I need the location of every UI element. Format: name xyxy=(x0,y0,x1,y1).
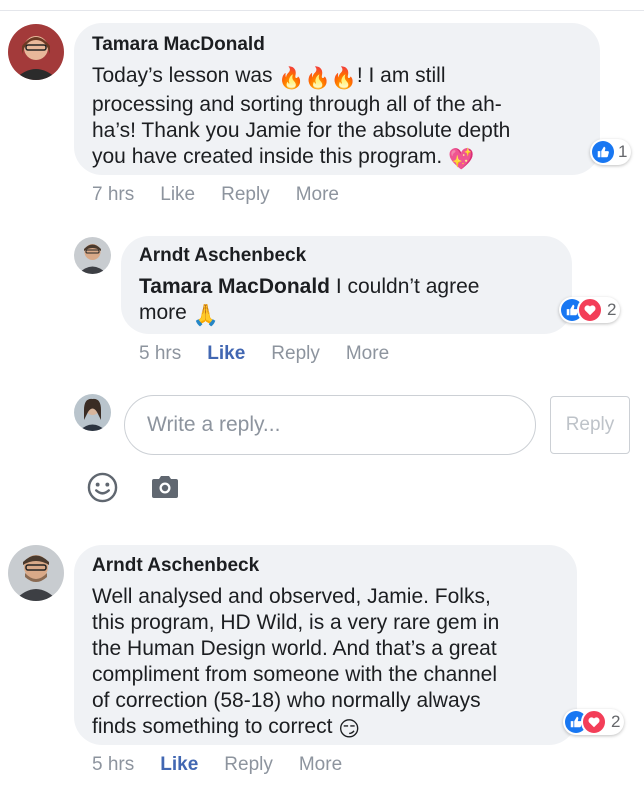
heart-icon xyxy=(581,709,607,735)
comment-actions: 5 hrs Like Reply More xyxy=(92,754,342,776)
reaction-count: 2 xyxy=(607,300,617,319)
fire-emoji: 🔥🔥🔥 xyxy=(278,67,357,90)
timestamp[interactable]: 5 hrs xyxy=(92,754,134,776)
sparkling-heart-emoji: 💖 xyxy=(448,148,475,171)
comment-text: Well analysed and observed, Jamie. Folks… xyxy=(92,585,500,741)
current-user-avatar xyxy=(74,394,111,431)
like-button[interactable]: Like xyxy=(160,184,195,206)
reply-input-wrapper[interactable] xyxy=(124,395,536,455)
comment-actions: 7 hrs Like Reply More xyxy=(92,184,339,206)
like-button[interactable]: Like xyxy=(160,754,198,776)
smirking-face-emoji: 😏 xyxy=(338,718,361,741)
reply-button[interactable]: Reply xyxy=(271,343,320,365)
comment-author[interactable]: Arndt Aschenbeck xyxy=(92,555,259,577)
top-divider xyxy=(0,10,644,11)
reply-input[interactable] xyxy=(125,396,535,454)
mention-link[interactable]: Tamara MacDonald xyxy=(139,275,330,298)
camera-icon[interactable] xyxy=(150,474,180,500)
more-button[interactable]: More xyxy=(346,343,389,365)
smiley-icon[interactable] xyxy=(87,472,118,503)
folded-hands-emoji: 🙏 xyxy=(192,304,219,327)
reply-button[interactable]: Reply xyxy=(224,754,273,776)
reply-submit-button[interactable]: Reply xyxy=(550,396,630,454)
timestamp[interactable]: 7 hrs xyxy=(92,184,134,206)
like-button[interactable]: Like xyxy=(207,343,245,365)
more-button[interactable]: More xyxy=(296,184,339,206)
more-button[interactable]: More xyxy=(299,754,342,776)
comment-actions: 5 hrs Like Reply More xyxy=(139,343,389,365)
comment-text: Tamara MacDonald I couldn’t agree more 🙏 xyxy=(139,275,480,327)
reaction-summary[interactable]: 2 xyxy=(563,709,625,735)
timestamp[interactable]: 5 hrs xyxy=(139,343,181,365)
reaction-summary[interactable]: 1 xyxy=(590,139,632,165)
reaction-count: 2 xyxy=(611,712,621,731)
comment-author[interactable]: Tamara MacDonald xyxy=(92,34,265,56)
avatar-arndt[interactable] xyxy=(74,237,111,274)
heart-icon xyxy=(577,297,603,323)
reply-button[interactable]: Reply xyxy=(221,184,270,206)
thumbs-up-icon xyxy=(592,141,614,163)
reaction-summary[interactable]: 2 xyxy=(559,297,621,323)
reaction-count: 1 xyxy=(618,142,628,161)
avatar-tamara[interactable] xyxy=(8,24,64,80)
comment-author[interactable]: Arndt Aschenbeck xyxy=(139,245,306,267)
comment-text: Today’s lesson was 🔥🔥🔥! I am still proce… xyxy=(92,64,511,171)
avatar-arndt[interactable] xyxy=(8,545,64,601)
